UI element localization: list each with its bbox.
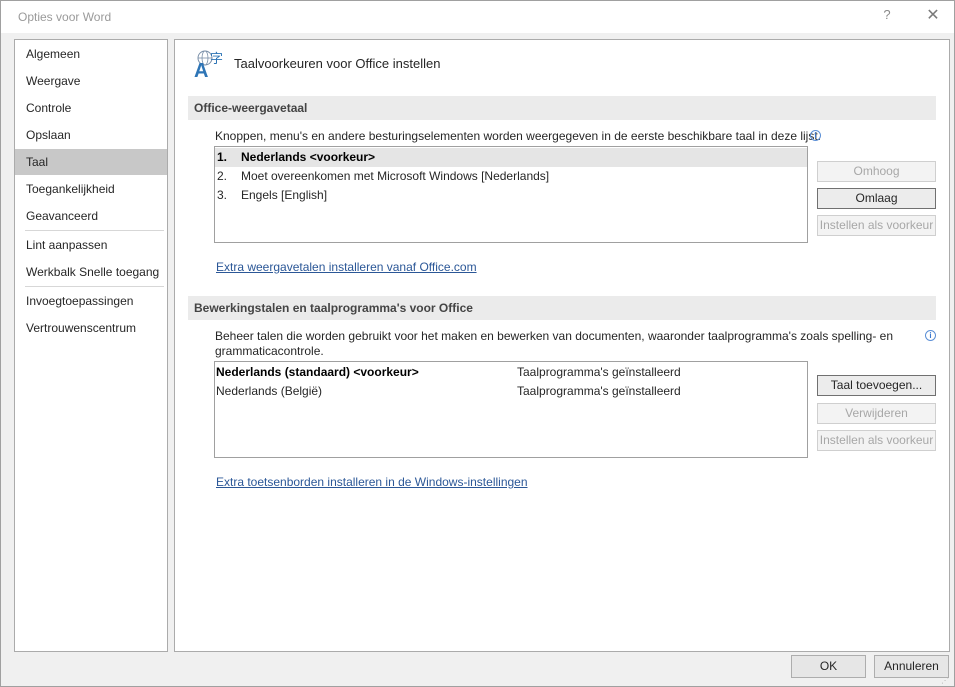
list-item-label: Moet overeenkomen met Microsoft Windows … <box>241 169 550 183</box>
cancel-button[interactable]: Annuleren <box>874 655 949 678</box>
section-display-language: Office-weergavetaal <box>188 96 936 120</box>
move-up-button[interactable]: Omhoog <box>817 161 936 182</box>
nav-item-invoegtoepassingen[interactable]: Invoegtoepassingen <box>15 288 167 314</box>
table-row[interactable]: Nederlands (standaard) <voorkeur> Taalpr… <box>215 363 807 382</box>
list-item[interactable]: 2. Moet overeenkomen met Microsoft Windo… <box>215 167 807 186</box>
authoring-description-line-2: grammaticacontrole. <box>215 344 324 358</box>
nav-item-lint-aanpassen[interactable]: Lint aanpassen <box>15 232 167 258</box>
section-authoring-languages: Bewerkingstalen en taalprogramma's voor … <box>188 296 936 320</box>
help-icon[interactable]: ? <box>879 7 895 25</box>
list-item[interactable]: 3. Engels [English] <box>215 186 807 205</box>
move-down-button[interactable]: Omlaag <box>817 188 936 209</box>
nav-divider <box>25 286 164 287</box>
nav-item-weergave[interactable]: Weergave <box>15 68 167 94</box>
nav-item-algemeen[interactable]: Algemeen <box>15 41 167 67</box>
nav-item-vertrouwenscentrum[interactable]: Vertrouwenscentrum <box>15 315 167 341</box>
list-item-label: Engels [English] <box>241 188 328 202</box>
set-display-preferred-button[interactable]: Instellen als voorkeur <box>817 215 936 236</box>
remove-language-button[interactable]: Verwijderen <box>817 403 936 424</box>
info-icon[interactable]: i <box>810 130 821 141</box>
title-bar: Opties voor Word ? ✕ <box>1 1 954 33</box>
resize-grip-icon[interactable]: ⋰ <box>941 676 952 686</box>
nav-divider <box>25 230 164 231</box>
list-item-number: 2. <box>217 169 228 183</box>
nav-item-toegankelijkheid[interactable]: Toegankelijkheid <box>15 176 167 202</box>
language-icon-glyph: 字 <box>210 52 223 67</box>
authoring-language-list: Nederlands (standaard) <voorkeur> Taalpr… <box>214 361 808 458</box>
nav-item-werkbalk-snelle-toegang[interactable]: Werkbalk Snelle toegang <box>15 259 167 285</box>
category-nav: Algemeen Weergave Controle Opslaan Taal … <box>14 39 168 652</box>
list-item-label: Nederlands <voorkeur> <box>241 150 376 164</box>
nav-item-controle[interactable]: Controle <box>15 95 167 121</box>
set-authoring-preferred-button[interactable]: Instellen als voorkeur <box>817 430 936 451</box>
display-language-list: 1. Nederlands <voorkeur> 2. Moet overeen… <box>214 146 808 243</box>
proofing-status: Taalprogramma's geïnstalleerd <box>517 365 681 379</box>
install-keyboards-link[interactable]: Extra toetsenborden installeren in de Wi… <box>216 475 528 489</box>
table-row[interactable]: Nederlands (België) Taalprogramma's geïn… <box>215 382 807 401</box>
list-item-number: 3. <box>217 188 228 202</box>
language-icon: A 字 <box>194 49 230 82</box>
language-name: Nederlands (standaard) <voorkeur> <box>216 365 419 379</box>
authoring-description-line-1: Beheer talen die worden gebruikt voor he… <box>215 329 894 343</box>
language-name: Nederlands (België) <box>216 384 323 398</box>
page-title: Taalvoorkeuren voor Office instellen <box>234 56 441 71</box>
content-pane: A 字 Taalvoorkeuren voor Office instellen… <box>174 39 950 652</box>
install-display-languages-link[interactable]: Extra weergavetalen installeren vanaf Of… <box>216 260 477 274</box>
list-item-number: 1. <box>217 150 228 164</box>
display-description: Knoppen, menu's en andere besturingselem… <box>215 129 822 143</box>
nav-item-taal[interactable]: Taal <box>15 149 167 175</box>
options-dialog: Opties voor Word ? ✕ Algemeen Weergave C… <box>0 0 955 687</box>
proofing-status: Taalprogramma's geïnstalleerd <box>517 384 681 398</box>
window-title: Opties voor Word <box>18 10 112 24</box>
ok-button[interactable]: OK <box>791 655 866 678</box>
nav-item-opslaan[interactable]: Opslaan <box>15 122 167 148</box>
close-icon[interactable]: ✕ <box>925 7 941 25</box>
nav-item-geavanceerd[interactable]: Geavanceerd <box>15 203 167 229</box>
info-icon[interactable]: i <box>925 330 936 341</box>
language-icon-letter: A <box>194 60 208 79</box>
list-item[interactable]: 1. Nederlands <voorkeur> <box>215 148 807 167</box>
add-language-button[interactable]: Taal toevoegen... <box>817 375 936 396</box>
